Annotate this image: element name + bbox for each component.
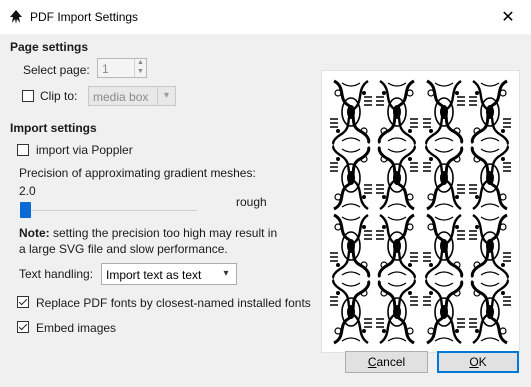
text-handling-value: Import text as text xyxy=(106,268,202,282)
precision-slider-handle[interactable] xyxy=(20,202,31,218)
page-preview xyxy=(321,70,520,353)
note-line2: a large SVG file and slow performance. xyxy=(19,242,228,256)
spin-up-icon[interactable]: ▲ xyxy=(136,59,145,67)
import-settings-heading: Import settings xyxy=(10,121,97,135)
spinner-arrows: ▲ ▼ xyxy=(134,59,146,77)
dialog-body: Page settings Select page: 1 ▲ ▼ Clip to… xyxy=(0,34,531,387)
text-handling-dropdown[interactable]: Import text as text ▾ xyxy=(101,263,237,285)
replace-fonts-label: Replace PDF fonts by closest-named insta… xyxy=(36,296,311,310)
ok-button[interactable]: OK xyxy=(437,351,519,373)
window-title: PDF Import Settings xyxy=(30,10,139,24)
inkscape-icon xyxy=(10,10,22,24)
replace-fonts-checkbox[interactable] xyxy=(17,296,29,308)
precision-note: Note: setting the precision too high may… xyxy=(19,226,277,240)
select-page-value: 1 xyxy=(102,62,109,76)
precision-label: Precision of approximating gradient mesh… xyxy=(19,166,256,180)
select-page-label: Select page: xyxy=(23,63,90,77)
spin-down-icon[interactable]: ▼ xyxy=(136,68,145,76)
clip-to-label: Clip to: xyxy=(40,89,78,103)
precision-rough-label: rough xyxy=(236,195,267,209)
preview-pattern-image xyxy=(328,79,514,346)
clip-to-value: media box xyxy=(93,90,149,104)
precision-slider-track[interactable] xyxy=(21,210,197,211)
clip-to-checkbox[interactable] xyxy=(22,90,34,102)
clip-to-dropdown[interactable]: media box ▾ xyxy=(88,86,176,106)
cancel-button[interactable]: Cancel xyxy=(345,351,428,373)
note-bold-label: Note: xyxy=(19,226,50,240)
note-line1: setting the precision too high may resul… xyxy=(49,226,278,240)
poppler-label: import via Poppler xyxy=(36,143,133,157)
chevron-down-icon: ▾ xyxy=(223,268,229,279)
cancel-label: ancel xyxy=(376,355,406,369)
chevron-down-icon: ▾ xyxy=(157,87,175,105)
close-icon: ✕ xyxy=(501,9,515,26)
select-page-spinner[interactable]: 1 ▲ ▼ xyxy=(97,58,147,78)
title-bar: PDF Import Settings ✕ xyxy=(0,0,531,34)
embed-images-checkbox[interactable] xyxy=(17,321,29,333)
precision-value: 2.0 xyxy=(19,184,36,198)
ok-label: K xyxy=(478,355,487,369)
ok-mnemonic: O xyxy=(469,355,479,369)
embed-images-label: Embed images xyxy=(36,321,117,335)
text-handling-label: Text handling: xyxy=(19,267,94,281)
close-button[interactable]: ✕ xyxy=(485,0,531,34)
page-settings-heading: Page settings xyxy=(10,40,89,54)
poppler-checkbox[interactable] xyxy=(17,144,29,156)
